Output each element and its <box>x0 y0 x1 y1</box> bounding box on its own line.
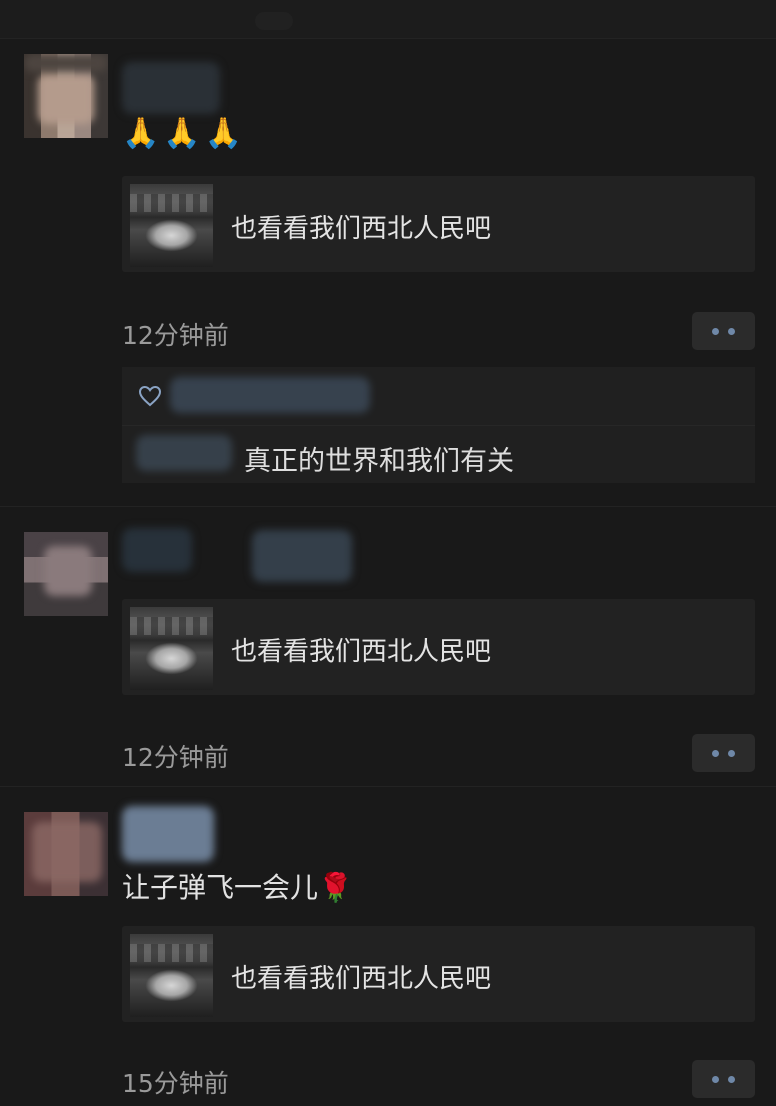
avatar[interactable] <box>24 54 108 138</box>
comment-text: 真正的世界和我们有关 <box>244 446 514 477</box>
avatar[interactable] <box>24 532 108 616</box>
more-dot-icon <box>712 1076 719 1083</box>
commenter-blurred <box>136 435 232 471</box>
more-dot-icon <box>728 328 735 335</box>
username-blurred <box>252 530 352 582</box>
link-card[interactable]: 也看看我们西北人民吧 <box>122 176 755 272</box>
more-dot-icon <box>712 328 719 335</box>
more-button[interactable] <box>692 312 755 350</box>
link-card[interactable]: 也看看我们西北人民吧 <box>122 599 755 695</box>
more-button[interactable] <box>692 1060 755 1098</box>
heart-icon <box>138 385 162 407</box>
more-dot-icon <box>712 750 719 757</box>
username-blurred <box>122 62 220 114</box>
link-card[interactable]: 也看看我们西北人民吧 <box>122 926 755 1022</box>
more-dot-icon <box>728 1076 735 1083</box>
link-thumbnail <box>130 934 213 1017</box>
post-emoji-text: 🙏🙏🙏 <box>122 116 247 151</box>
link-thumbnail <box>130 184 213 267</box>
top-bar <box>0 0 776 39</box>
post-divider <box>0 786 776 787</box>
more-button[interactable] <box>692 734 755 772</box>
post-time: 12分钟前 <box>122 321 229 350</box>
post-text: 让子弹飞一会儿🌹 <box>122 871 353 904</box>
username-blurred <box>122 806 214 862</box>
likes-row[interactable] <box>122 367 755 426</box>
username-blurred <box>122 528 192 572</box>
link-title: 也看看我们西北人民吧 <box>231 637 492 667</box>
link-thumbnail <box>130 607 213 690</box>
link-title: 也看看我们西北人民吧 <box>231 964 492 994</box>
more-dot-icon <box>728 750 735 757</box>
post-time: 12分钟前 <box>122 743 229 772</box>
link-title: 也看看我们西北人民吧 <box>231 214 492 244</box>
top-handle <box>255 12 293 30</box>
post-divider <box>0 506 776 507</box>
avatar[interactable] <box>24 812 108 896</box>
likers-blurred <box>170 377 370 413</box>
comments-area: 真正的世界和我们有关 <box>122 367 755 483</box>
post-time: 15分钟前 <box>122 1069 229 1098</box>
